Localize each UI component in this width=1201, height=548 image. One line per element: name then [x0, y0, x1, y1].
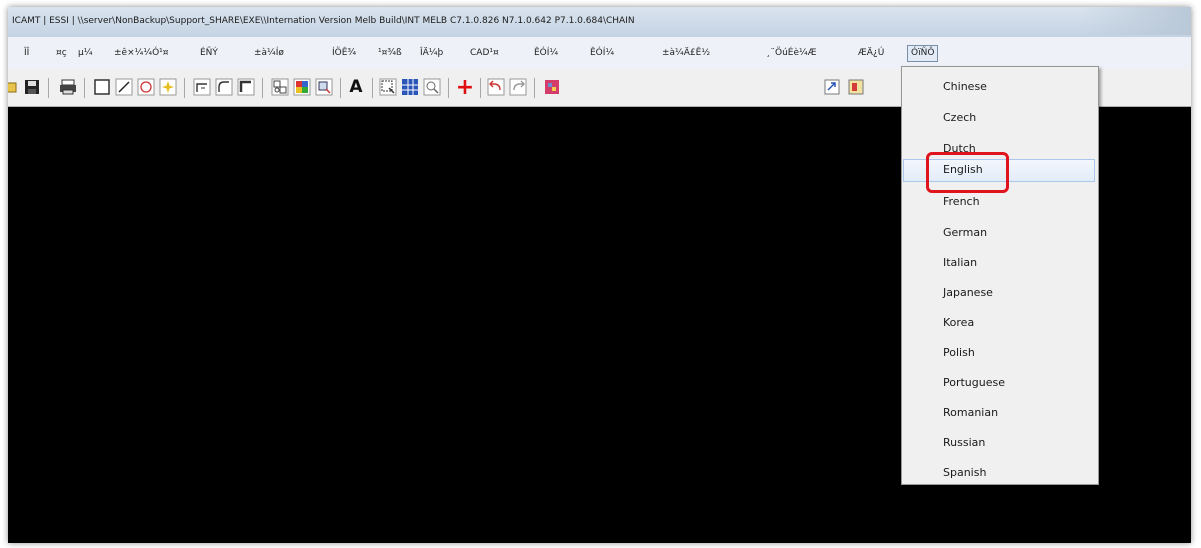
lang-option-russian[interactable]: Russian: [903, 432, 1095, 455]
lang-option-spanish[interactable]: Spanish: [903, 462, 1095, 485]
menu-item-4[interactable]: ÉÑÝ: [198, 47, 220, 60]
menu-item-12[interactable]: ±à¼­Ä£Ê½: [660, 47, 712, 60]
lang-option-polish[interactable]: Polish: [903, 342, 1095, 365]
layer-icon[interactable]: [314, 77, 334, 97]
text-icon[interactable]: A: [346, 77, 366, 97]
grid-icon[interactable]: [400, 77, 420, 97]
menu-item-13[interactable]: ¸¨ÖúÉè¼Æ: [764, 47, 819, 60]
open-icon[interactable]: [8, 77, 20, 97]
lang-option-japanese[interactable]: Japanese: [903, 282, 1095, 305]
menu-item-11[interactable]: ÊÓÍ¼: [588, 47, 616, 60]
line-icon[interactable]: [114, 77, 134, 97]
lang-option-romanian[interactable]: Romanian: [903, 402, 1095, 425]
window-title: ICAMT | ESSI | \\server\NonBackup\Suppor…: [12, 16, 635, 26]
group-icon[interactable]: [270, 77, 290, 97]
title-bar: ICAMT | ESSI | \\server\NonBackup\Suppor…: [8, 7, 1191, 38]
color-icon[interactable]: [292, 77, 312, 97]
menu-item-3[interactable]: ±ê×¼¼Ó¹¤: [112, 47, 170, 60]
app-window: ICAMT | ESSI | \\server\NonBackup\Suppor…: [8, 7, 1191, 543]
menu-item-2[interactable]: µ¼: [76, 47, 94, 60]
lang-option-italian[interactable]: Italian: [903, 252, 1095, 275]
lang-option-korea[interactable]: Korea: [903, 312, 1095, 335]
menu-language[interactable]: ÓïÑÔ: [907, 45, 939, 62]
fillet-icon[interactable]: [214, 77, 234, 97]
zoom-icon[interactable]: [422, 77, 442, 97]
menu-item-8[interactable]: ÎÄ¼þ: [418, 47, 445, 60]
origin-icon[interactable]: +: [455, 75, 475, 100]
rectangle-icon[interactable]: [92, 77, 112, 97]
lang-option-chinese[interactable]: Chinese: [903, 76, 1095, 99]
menu-item-14[interactable]: ÆÄ¿Ú: [856, 47, 886, 60]
chamfer-icon[interactable]: [236, 77, 256, 97]
save-icon[interactable]: [22, 77, 42, 97]
menu-item-10[interactable]: ÊÓÍ¼: [532, 47, 560, 60]
menu-item-5[interactable]: ±à¼­Íø: [252, 47, 286, 60]
select-icon[interactable]: [378, 77, 398, 97]
print-icon[interactable]: [58, 77, 78, 97]
circle-icon[interactable]: [136, 77, 156, 97]
undo-icon[interactable]: [486, 77, 506, 97]
lang-option-dutch[interactable]: Dutch: [903, 138, 1095, 161]
lang-option-french[interactable]: French: [903, 191, 1095, 214]
redo-icon[interactable]: [508, 77, 528, 97]
lang-option-czech[interactable]: Czech: [903, 107, 1095, 130]
report-icon[interactable]: [846, 77, 866, 97]
lang-option-german[interactable]: German: [903, 222, 1095, 245]
corner-icon[interactable]: [192, 77, 212, 97]
menu-item-6[interactable]: ÍÖÊ¾: [330, 47, 358, 60]
export-icon[interactable]: [822, 77, 842, 97]
nest-icon[interactable]: [542, 77, 562, 97]
lang-option-english[interactable]: English: [903, 159, 1095, 182]
title-bar-controls: [1081, 7, 1191, 35]
menu-item-0[interactable]: ÎÎ: [22, 47, 31, 60]
language-dropdown: Chinese Czech Dutch English French Germa…: [901, 66, 1099, 485]
point-icon[interactable]: [158, 77, 178, 97]
menu-item-7[interactable]: ¹¤¾ß: [376, 47, 404, 60]
lang-option-portuguese[interactable]: Portuguese: [903, 372, 1095, 395]
menu-item-1[interactable]: ¤ç: [54, 47, 69, 60]
menu-item-9[interactable]: CAD¹¤: [468, 47, 501, 60]
